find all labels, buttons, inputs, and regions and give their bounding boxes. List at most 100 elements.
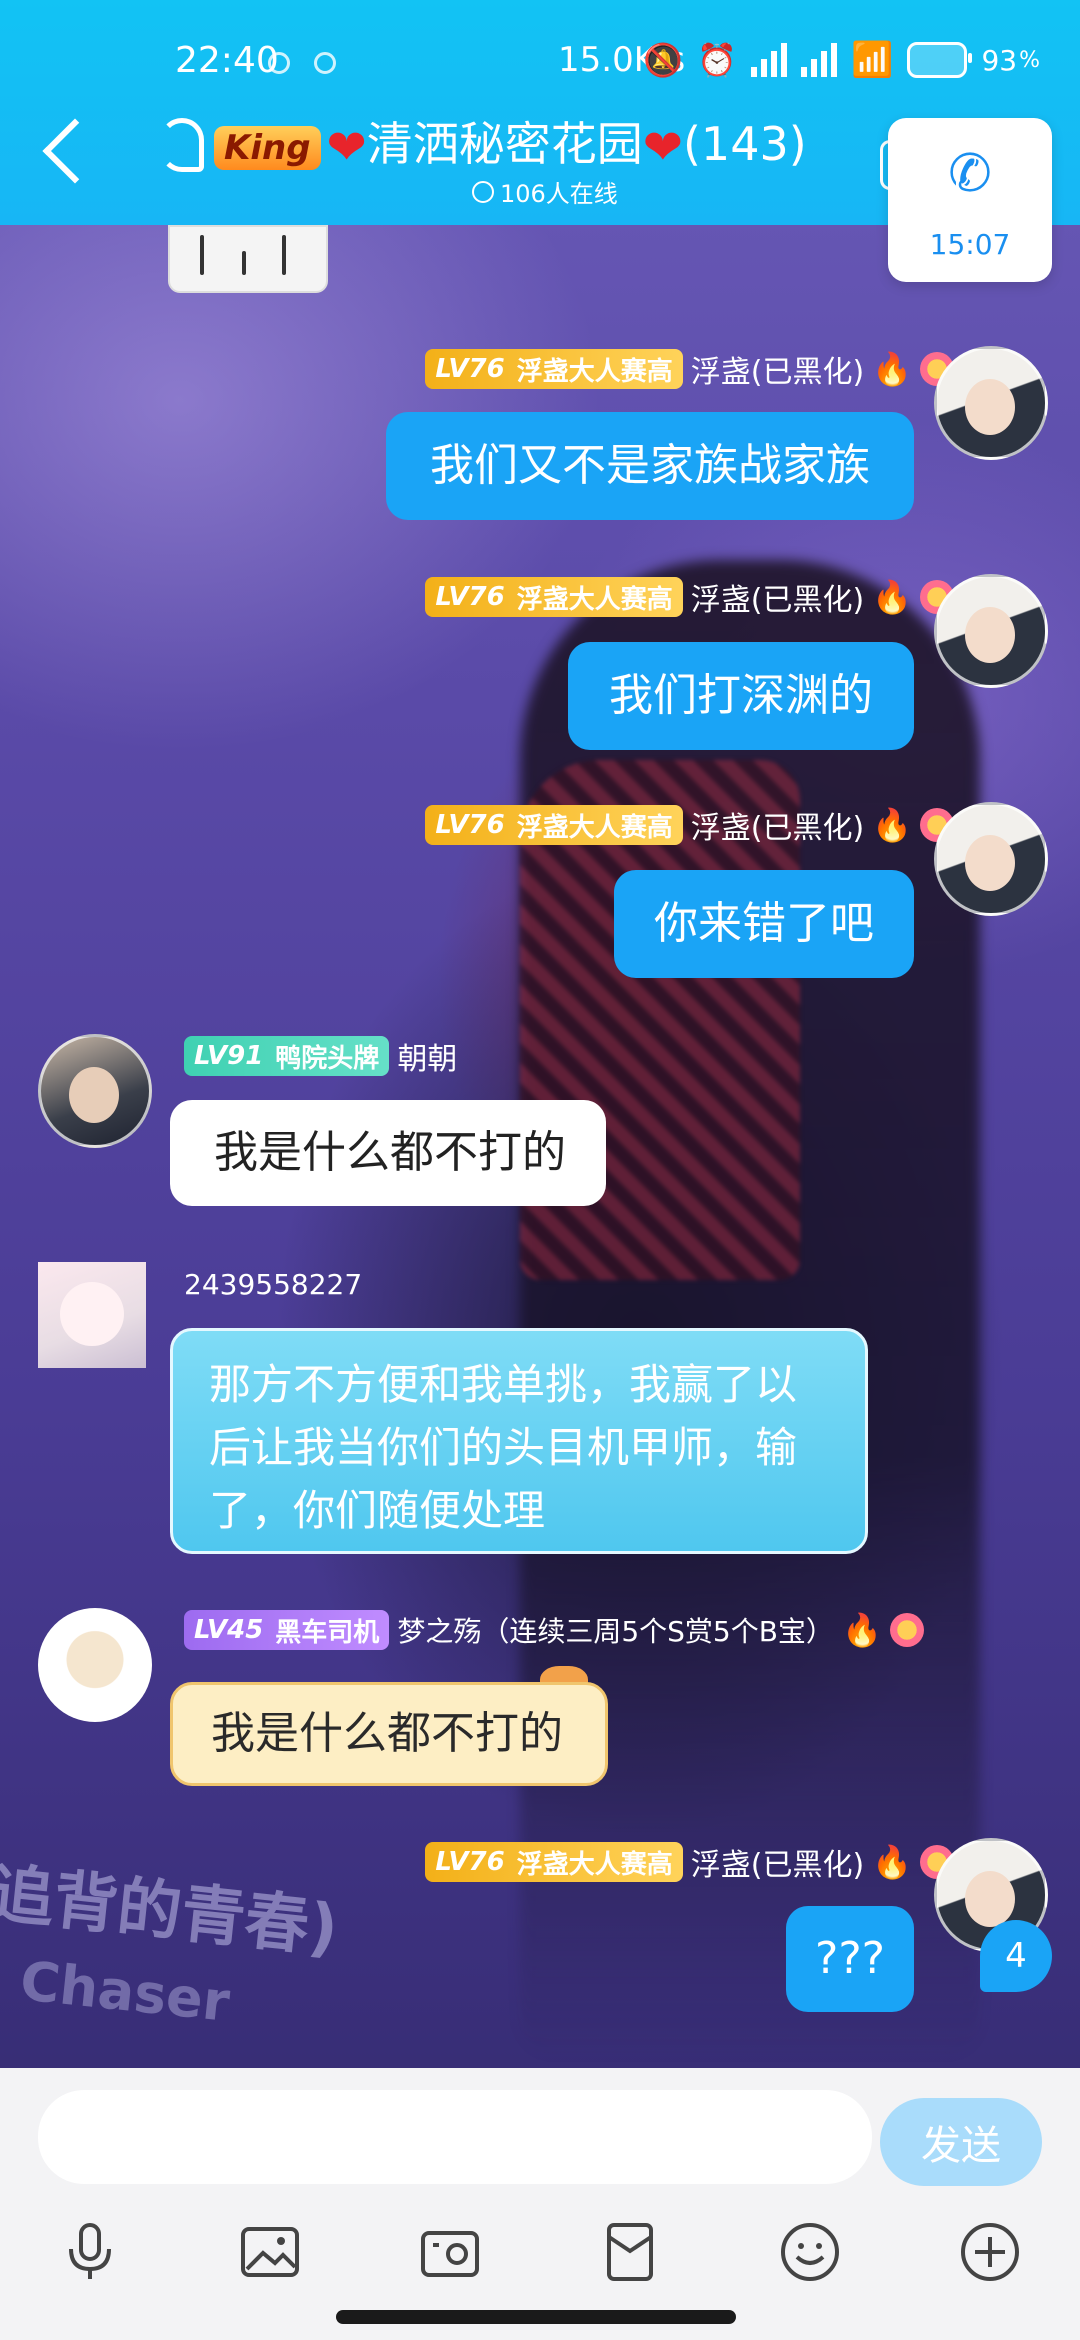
message-bubble[interactable]: 那方不方便和我单挑，我赢了以后让我当你们的头目机甲师，输了，你们随便处理	[170, 1328, 868, 1554]
voice-call-card[interactable]: ✆ 15:07	[888, 118, 1052, 282]
message-header: LV45 黑车司机 梦之殇（连续三周5个S赏5个B宝） 🔥	[184, 1610, 924, 1650]
level-title: 浮盏大人赛高	[516, 356, 673, 387]
fire-icon: 🔥	[872, 1843, 912, 1881]
heart-icon: ❤	[326, 119, 367, 176]
sender-nickname[interactable]: 浮盏(已黑化)	[691, 575, 864, 619]
online-count: 106人在线	[500, 180, 618, 208]
sender-nickname[interactable]: 浮盏(已黑化)	[691, 347, 864, 391]
sender-nickname[interactable]: 朝朝	[397, 1034, 457, 1078]
fire-icon: 🔥	[872, 578, 912, 616]
sender-nickname[interactable]: 2439558227	[184, 1268, 362, 1301]
message-header: LV76 浮盏大人赛高 浮盏(已黑化) 🔥	[425, 575, 954, 619]
avatar[interactable]	[38, 1034, 152, 1148]
message-bubble[interactable]: 我们又不是家族战家族	[386, 412, 914, 520]
group-name: 清洒秘密花园	[366, 117, 643, 171]
alarm-icon: ⏰	[697, 41, 738, 79]
avatar[interactable]	[934, 346, 1048, 460]
level-badge: LV76 浮盏大人赛高	[425, 577, 683, 617]
message-bubble[interactable]: 我们打深渊的	[568, 642, 914, 750]
sender-nickname[interactable]: 梦之殇（连续三周5个S赏5个B宝）	[397, 1610, 834, 1650]
sender-nickname[interactable]: 浮盏(已黑化)	[691, 803, 864, 847]
status-bar: 22:40 15.0K/s 🔕 ⏰ 📶 93%	[0, 22, 1080, 102]
king-badge: King	[214, 125, 321, 170]
member-count: (143)	[682, 117, 807, 171]
image-message-partial[interactable]	[168, 225, 328, 293]
level-number: LV76	[435, 354, 505, 384]
avatar[interactable]	[38, 1608, 152, 1722]
red-packet-icon[interactable]	[594, 2216, 666, 2288]
level-title: 浮盏大人赛高	[516, 1849, 673, 1880]
level-number: LV91	[194, 1041, 264, 1071]
sender-nickname[interactable]: 浮盏(已黑化)	[691, 1840, 864, 1884]
microphone-icon[interactable]	[54, 2216, 126, 2288]
avatar[interactable]	[934, 802, 1048, 916]
wifi-icon: 📶	[851, 40, 894, 80]
message-header: LV91 鸭院头牌 朝朝	[184, 1034, 457, 1078]
image-stroke	[200, 235, 204, 275]
camera-icon-svg	[421, 2231, 479, 2277]
avatar[interactable]	[38, 1262, 146, 1368]
unread-count-badge[interactable]: 4	[980, 1920, 1052, 1992]
heart-icon-2: ❤	[642, 119, 683, 176]
avatar-face	[965, 835, 1015, 891]
message-bubble[interactable]: 你来错了吧	[614, 870, 914, 978]
notification-icon	[268, 52, 290, 74]
call-duration: 15:07	[929, 228, 1011, 261]
image-icon-svg	[241, 2227, 299, 2277]
image-stroke-3	[282, 235, 286, 275]
plus-icon-svg	[961, 2223, 1019, 2281]
plus-icon[interactable]	[954, 2216, 1026, 2288]
level-title: 鸭院头牌	[275, 1043, 380, 1074]
avatar-face	[965, 1871, 1015, 1927]
battery-icon	[907, 42, 973, 78]
image-icon[interactable]	[234, 2216, 306, 2288]
level-badge: LV76 浮盏大人赛高	[425, 1842, 683, 1882]
level-badge: LV76 浮盏大人赛高	[425, 805, 683, 845]
online-status[interactable]: 106人在线	[472, 174, 618, 209]
emoji-icon-svg	[781, 2223, 839, 2281]
message-header: LV76 浮盏大人赛高 浮盏(已黑化) 🔥	[425, 347, 954, 391]
home-indicator[interactable]	[336, 2310, 736, 2324]
message-header: LV76 浮盏大人赛高 浮盏(已黑化) 🔥	[425, 803, 954, 847]
signal-icon-2	[801, 43, 838, 77]
status-time: 22:40	[175, 40, 279, 81]
online-icon	[472, 180, 494, 203]
notification-icon-2	[314, 52, 336, 74]
battery-percent-sign: %	[1019, 47, 1040, 73]
avatar-face	[965, 607, 1015, 663]
send-button[interactable]: 发送	[880, 2098, 1042, 2186]
image-stroke-2	[242, 251, 246, 275]
level-number: LV76	[435, 810, 505, 840]
message-bubble[interactable]: 我是什么都不打的	[170, 1682, 608, 1786]
phone-icon: ✆	[948, 144, 992, 204]
back-button[interactable]	[42, 118, 108, 184]
fire-icon: 🔥	[841, 1611, 882, 1649]
avatar-face	[69, 1067, 119, 1123]
input-area: 发送	[0, 2068, 1080, 2340]
level-badge: LV76 浮盏大人赛高	[425, 349, 683, 389]
ear-mode-icon[interactable]	[160, 118, 204, 172]
level-title: 黑车司机	[275, 1617, 380, 1648]
message-bubble[interactable]: 我是什么都不打的	[170, 1100, 606, 1206]
avatar[interactable]	[934, 574, 1048, 688]
fire-icon: 🔥	[872, 806, 912, 844]
level-title: 浮盏大人赛高	[516, 584, 673, 615]
group-title[interactable]: King ❤清洒秘密花园❤(143)	[214, 108, 807, 176]
message-bubble[interactable]: ???	[786, 1906, 914, 2012]
flower-icon	[889, 1613, 924, 1647]
message-input[interactable]	[38, 2090, 872, 2184]
level-number: LV76	[435, 1847, 505, 1877]
battery-level: 93	[981, 43, 1018, 77]
fire-icon: 🔥	[872, 350, 912, 388]
status-icons: 🔕 ⏰ 📶 93%	[643, 40, 1040, 80]
level-number: LV45	[194, 1615, 264, 1645]
microphone-icon-svg	[69, 2223, 111, 2279]
message-header: LV76 浮盏大人赛高 浮盏(已黑化) 🔥	[425, 1840, 954, 1884]
avatar-face	[965, 379, 1015, 435]
red-packet-icon-svg	[607, 2223, 653, 2281]
camera-icon[interactable]	[414, 2216, 486, 2288]
message-header: 2439558227	[184, 1268, 362, 1301]
level-badge: LV45 黑车司机	[184, 1610, 390, 1650]
level-badge: LV91 鸭院头牌	[184, 1036, 390, 1076]
emoji-icon[interactable]	[774, 2216, 846, 2288]
